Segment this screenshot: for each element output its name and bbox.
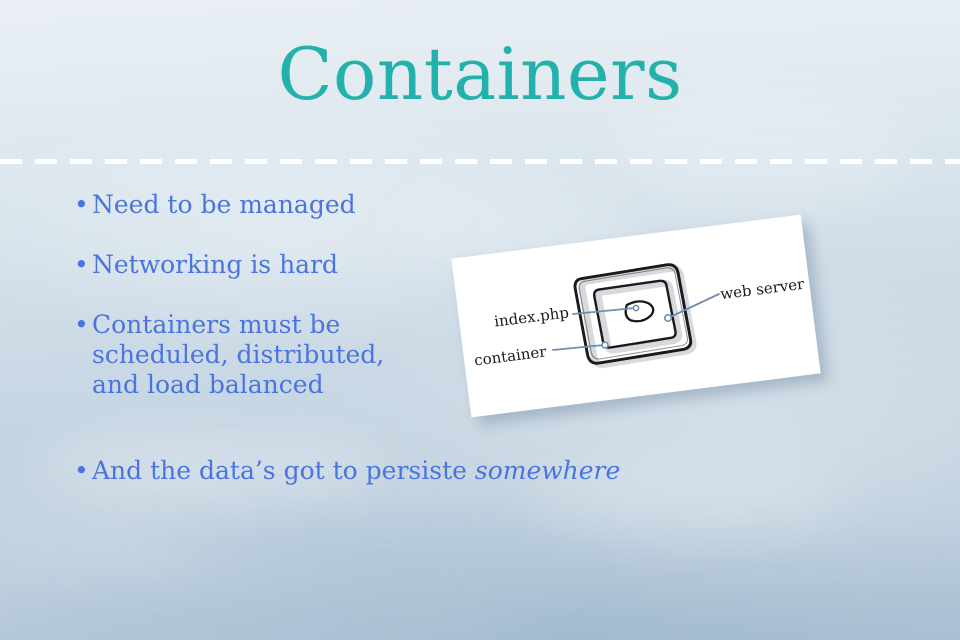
anchor-dot-container [601,341,609,349]
leader-line-webserver [667,293,720,319]
bullet-marker-icon: • [74,456,89,485]
anchor-dot-webserver [664,314,673,323]
list-item-text: Containers must be scheduled, distribute… [92,310,385,399]
slide-title: Containers [277,32,683,116]
bullet-marker-icon: • [74,190,89,219]
container-diagram-figure: index.php container web server [451,214,822,418]
leader-line-container [552,344,605,351]
list-item-text: And the data’s got to persiste [92,456,475,485]
leader-line-index [572,307,636,315]
list-item: • Need to be managed [70,190,630,220]
list-item-text: Networking is hard [92,250,339,279]
list-item: • Containers must be scheduled, distribu… [70,310,427,400]
anchor-dot-index [632,304,640,312]
bullet-marker-icon: • [74,310,89,339]
slide-canvas: Containers • Need to be managed • Networ… [0,0,960,640]
bullet-marker-icon: • [74,250,89,279]
background-wash [150,520,610,580]
list-item-emphasis: somewhere [474,456,621,485]
list-item: • And the data’s got to persiste somewhe… [70,456,630,486]
background-wash [0,585,420,640]
divider-rule [0,159,960,164]
list-item-text: Need to be managed [92,190,356,219]
